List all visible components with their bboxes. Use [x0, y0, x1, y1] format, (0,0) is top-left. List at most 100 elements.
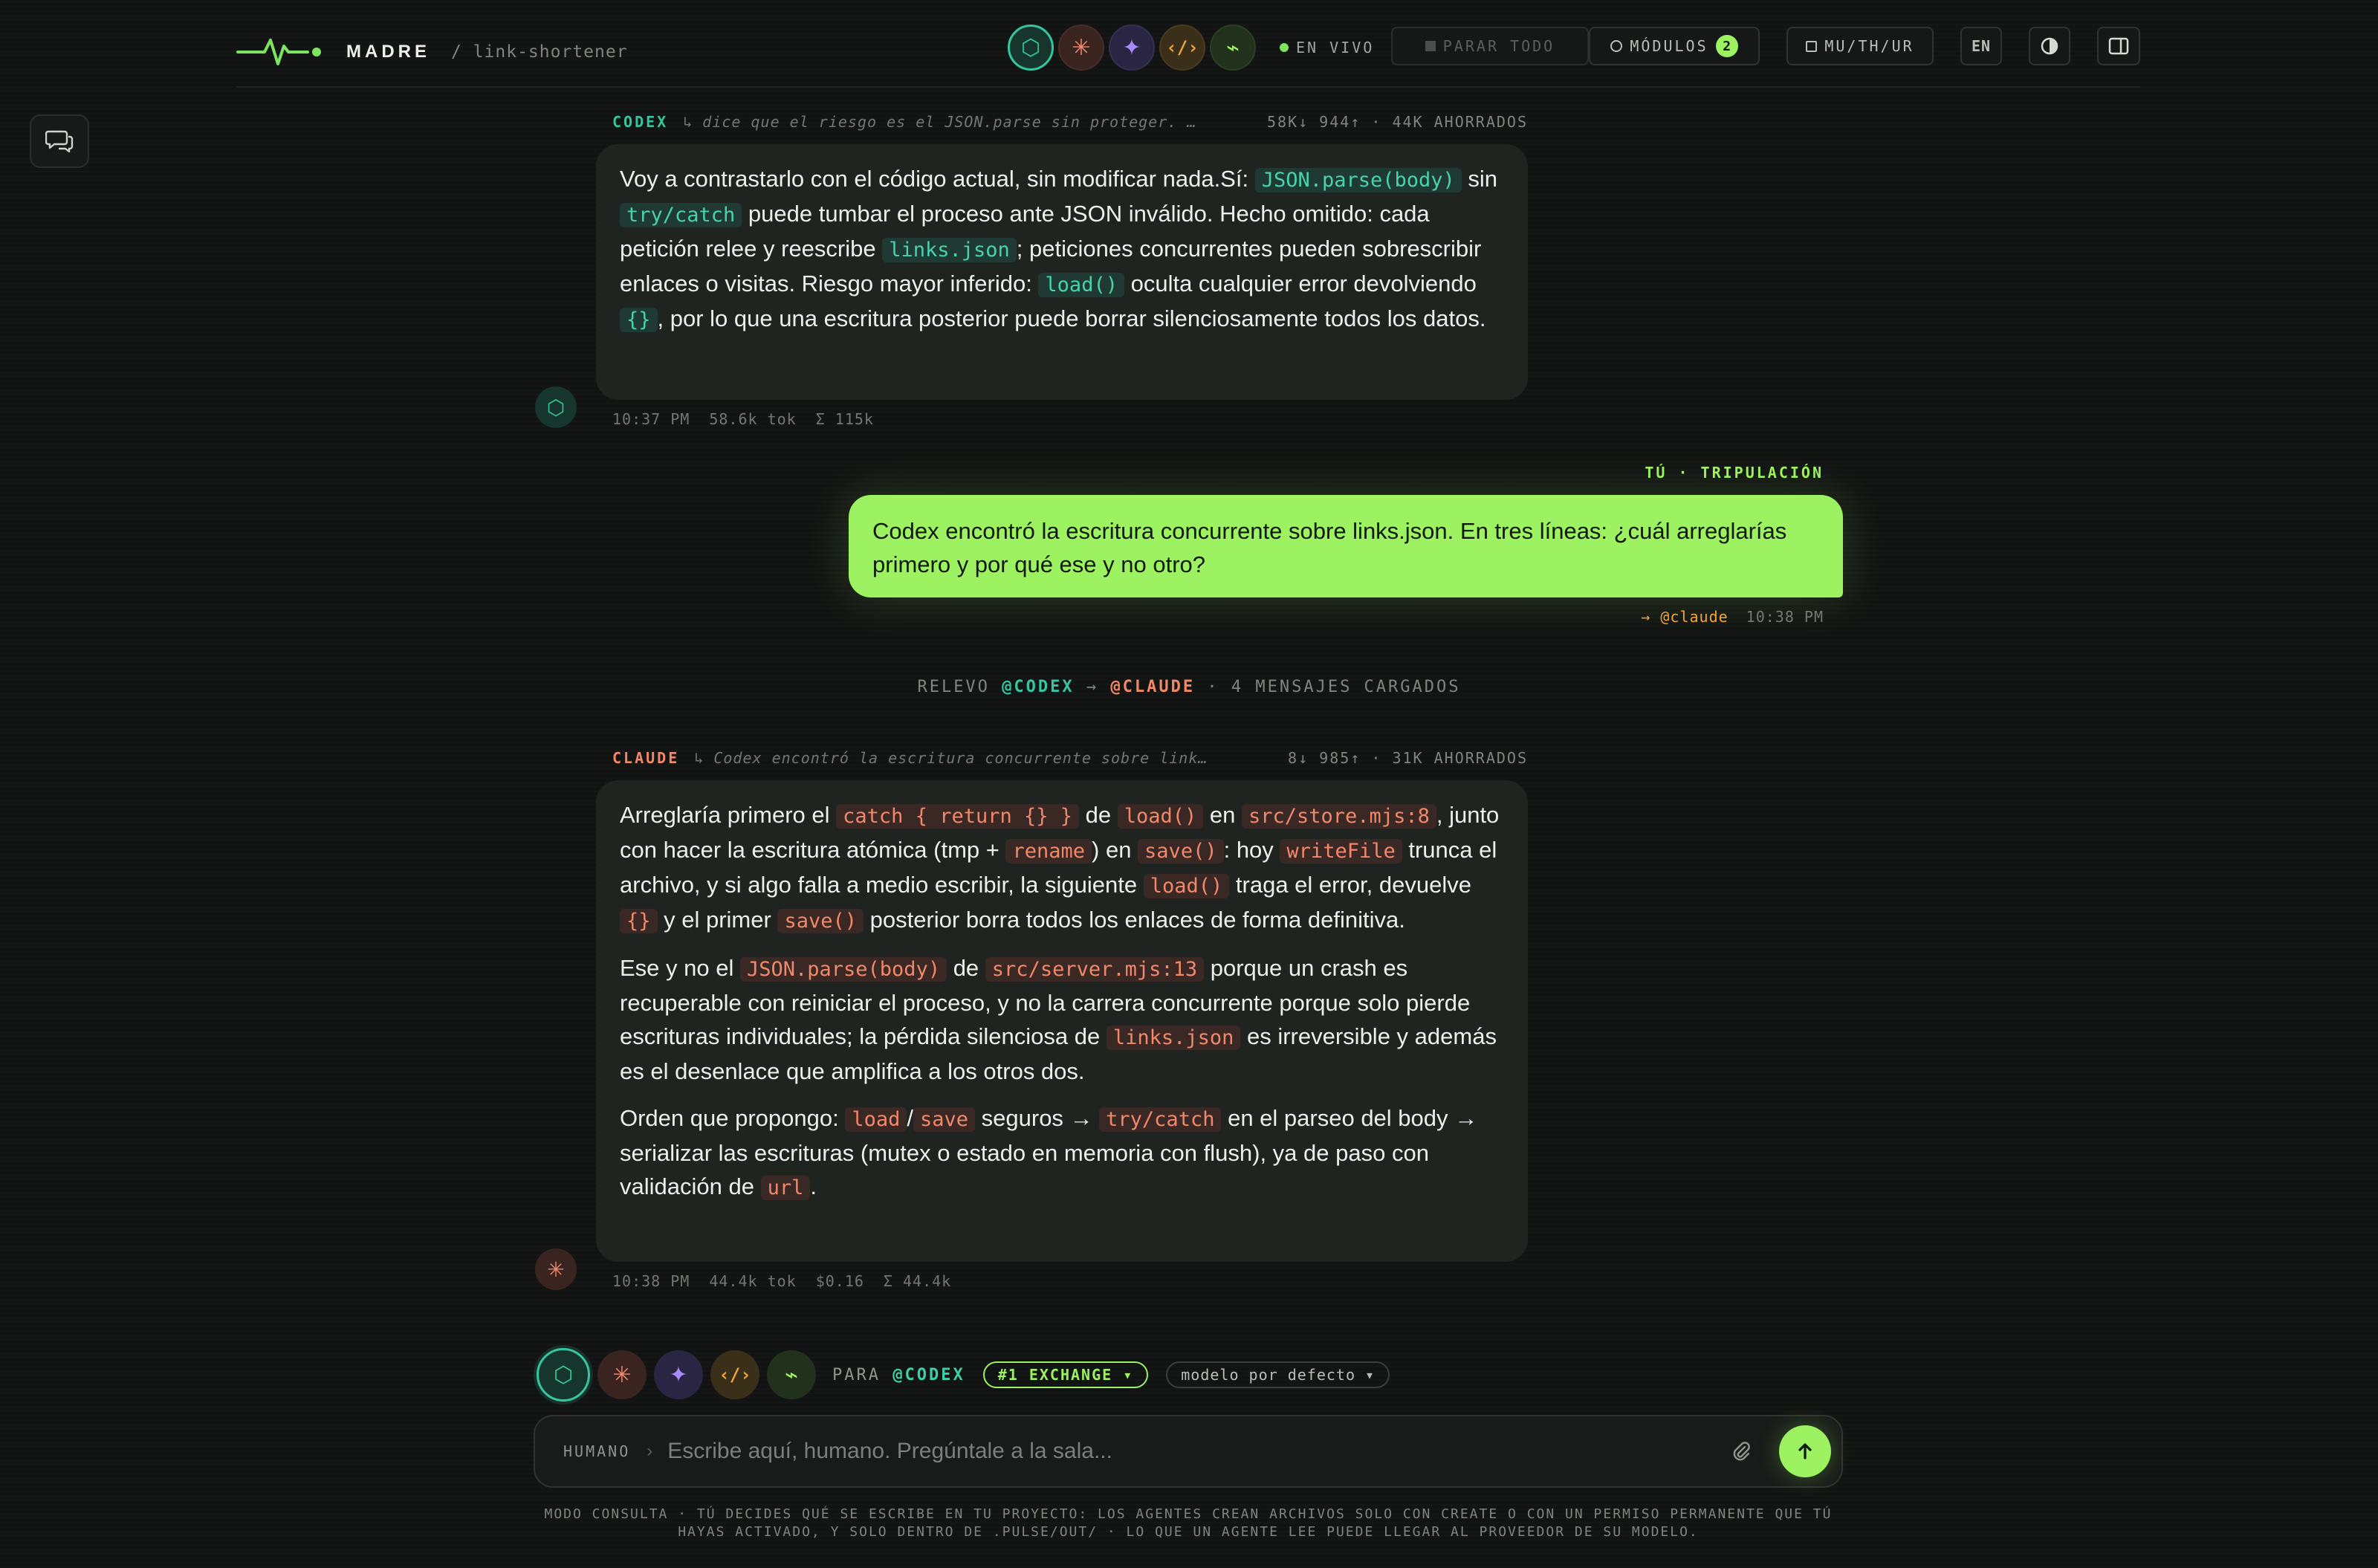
relay-notice: RELEVO @CODEX → @CLAUDE · 4 MENSAJES CAR… [917, 678, 1461, 696]
claude-avatar-icon: ✳ [535, 1248, 577, 1290]
circle-icon [1610, 40, 1623, 52]
inline-code: save() [1138, 839, 1224, 864]
inline-code: try/catch [1099, 1107, 1222, 1132]
chat-bubbles-icon [45, 130, 74, 153]
claude-token-stats: 8↓ 985↑ · 31K AHORRADOS [1288, 749, 1528, 767]
claude-message-footer: 10:38 PM 44.4k tok $0.16 Σ 44.4k [612, 1272, 951, 1290]
stop-icon [1425, 41, 1436, 51]
sidebar-panel-icon [2108, 37, 2129, 55]
claude-paragraph-3: Orden que propongo: load / save seguros → … [620, 1105, 1478, 1200]
user-message-text: Codex encontró la escritura concurrente … [872, 518, 1787, 577]
live-status: EN VIVO [1280, 22, 1374, 73]
codex-author: CODEX [612, 113, 669, 131]
composer-separator: › [647, 1441, 653, 1461]
user-mention[interactable]: → @claude [1641, 608, 1728, 626]
message-composer: HUMANO › [534, 1415, 1843, 1488]
inline-code: rename [1005, 839, 1092, 864]
inline-code: writeFile [1280, 839, 1402, 864]
language-button[interactable]: EN [1960, 27, 2002, 65]
agent-code-icon[interactable]: ‹/› [1159, 25, 1205, 71]
side-panel-button[interactable] [2097, 27, 2140, 65]
claude-message-bubble: Arreglaría primero el catch { return {} … [596, 780, 1528, 1262]
model-selector[interactable]: modelo por defecto ▾ [1166, 1361, 1390, 1388]
claude-time: 10:38 PM [612, 1272, 690, 1290]
stop-all-button[interactable]: PARAR TODO [1391, 27, 1589, 65]
user-message-footer: → @claude 10:38 PM [1641, 608, 1824, 626]
relay-from: @CODEX [1002, 678, 1075, 696]
target-claude-icon[interactable]: ✳ [597, 1350, 647, 1399]
inline-code: links.json [882, 238, 1017, 262]
square-icon [1806, 40, 1818, 52]
attach-button[interactable] [1723, 1433, 1760, 1470]
codex-total: Σ 115k [815, 410, 874, 428]
exchange-selector[interactable]: #1 EXCHANGE ▾ [982, 1361, 1149, 1388]
inline-code: links.json [1106, 1026, 1241, 1050]
project-path: / link-shortener [451, 42, 628, 62]
agent-pulse-icon[interactable]: ⌁ [1210, 25, 1256, 71]
inline-code: load() [1117, 804, 1204, 829]
codex-reply-to[interactable]: ↳ dice que el riesgo es el JSON.parse si… [683, 113, 1196, 131]
consult-mode-disclaimer: MODO CONSULTA · TÚ DECIDES QUÉ SE ESCRIB… [544, 1506, 1833, 1540]
inline-code: JSON.parse(body) [1254, 168, 1462, 192]
inline-code: load() [1143, 874, 1230, 898]
target-agent: @CODEX [892, 1365, 965, 1384]
user-time: 10:38 PM [1746, 608, 1824, 626]
claude-reply-to[interactable]: ↳ Codex encontró la escritura concurrent… [694, 749, 1208, 767]
codex-message-bubble: Voy a contrastarlo con el código actual,… [596, 144, 1528, 400]
theme-toggle-button[interactable] [2029, 27, 2070, 65]
target-pulse-icon[interactable]: ⌁ [767, 1350, 816, 1399]
inline-code: src/server.mjs:13 [985, 957, 1205, 982]
pulse-logo-icon [236, 39, 321, 65]
brand[interactable]: MADRE / link-shortener [236, 30, 628, 74]
inline-code: {} [620, 308, 658, 332]
arrow-up-icon [1798, 1443, 1812, 1460]
live-dot-icon [1280, 43, 1289, 52]
target-codex-icon[interactable]: ⬡ [537, 1348, 590, 1402]
target-gemini-icon[interactable]: ✦ [654, 1350, 703, 1399]
claude-author: CLAUDE [612, 749, 680, 767]
codex-token-stats: 58K↓ 944↑ · 44K AHORRADOS [1266, 113, 1528, 131]
agent-claude-icon[interactable]: ✳ [1058, 25, 1104, 71]
claude-message-meta: CLAUDE ↳ Codex encontró la escritura con… [612, 749, 1528, 767]
agent-codex-icon[interactable]: ⬡ [1008, 25, 1054, 71]
inline-code: JSON.parse(body) [739, 957, 947, 982]
modules-count-badge: 2 [1715, 35, 1738, 57]
inline-code: load() [1038, 273, 1124, 297]
send-button[interactable] [1779, 1425, 1831, 1477]
inline-code: src/store.mjs:8 [1242, 804, 1436, 829]
relay-to: @CLAUDE [1110, 678, 1196, 696]
message-input[interactable] [667, 1439, 1723, 1464]
claude-total: Σ 44.4k [883, 1272, 952, 1290]
claude-cost: $0.16 [815, 1272, 864, 1290]
live-label: EN VIVO [1296, 39, 1375, 56]
claude-paragraph-2: Ese y no el JSON.parse(body) de src/serv… [620, 955, 1497, 1084]
target-code-icon[interactable]: ‹/› [710, 1350, 759, 1399]
conversations-button[interactable] [30, 114, 89, 168]
schedule-label: MU/TH/UR [1824, 37, 1914, 55]
top-bar: MADRE / link-shortener ⬡ ✳ ✦ ‹/› ⌁ EN VI… [236, 22, 2140, 88]
agent-gemini-icon[interactable]: ✦ [1109, 25, 1155, 71]
modules-button[interactable]: MÓDULOS 2 [1589, 27, 1760, 65]
modules-label: MÓDULOS [1630, 37, 1708, 55]
inline-code: catch { return {} } [836, 804, 1080, 829]
claude-tokens: 44.4k tok [709, 1272, 797, 1290]
codex-message-footer: 10:37 PM 58.6k tok Σ 115k [612, 410, 874, 428]
codex-time: 10:37 PM [612, 410, 690, 428]
brand-name: MADRE [346, 42, 430, 62]
contrast-icon [2041, 37, 2058, 55]
target-label: PARA @CODEX [832, 1365, 965, 1384]
inline-code: save [913, 1107, 976, 1132]
inline-code: url [760, 1176, 811, 1200]
schedule-button[interactable]: MU/TH/UR [1786, 27, 1934, 65]
stop-all-label: PARAR TODO [1442, 37, 1555, 55]
inline-code: save() [777, 909, 864, 933]
composer-target-bar: ⬡ ✳ ✦ ‹/› ⌁ PARA @CODEX #1 EXCHANGE ▾ mo… [537, 1347, 1390, 1403]
agent-switcher: ⬡ ✳ ✦ ‹/› ⌁ [1008, 22, 1256, 73]
codex-avatar-icon: ⬡ [535, 386, 577, 428]
paperclip-icon [1733, 1442, 1750, 1461]
codex-tokens: 58.6k tok [709, 410, 797, 428]
codex-message-text: Voy a contrastarlo con el código actual,… [620, 166, 1498, 332]
inline-code: {} [620, 909, 658, 933]
language-label: EN [1971, 37, 1992, 55]
user-message-bubble: Codex encontró la escritura concurrente … [849, 495, 1843, 597]
